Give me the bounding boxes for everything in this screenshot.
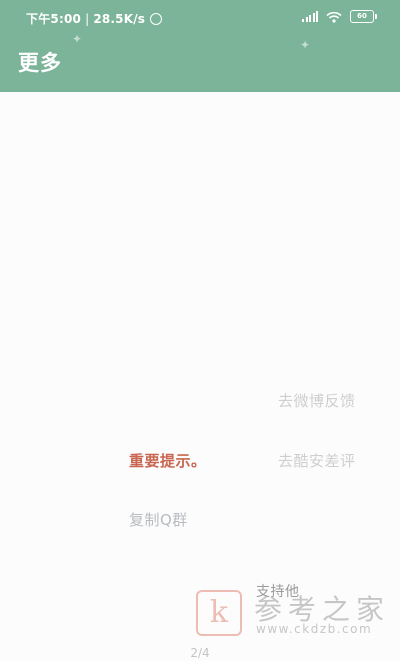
important-notice: 重要提示。 [129,452,207,470]
status-separator: | [85,11,90,26]
wifi-icon [326,11,342,23]
weibo-feedback-link[interactable]: 去微博反馈 [278,390,356,411]
status-bar: 下午5:00 | 28.5K/s 60 [0,0,400,36]
status-right: 60 [302,10,377,23]
page-title: 更多 [18,51,62,75]
page-indicator: 2/4 [190,646,210,660]
status-left: 下午5:00 | 28.5K/s [26,10,163,27]
status-network-speed: 28.5K/s [93,11,146,26]
battery-level: 60 [357,12,367,20]
watermark-logo-icon: k [196,590,242,636]
coolapk-review-link[interactable]: 去酷安差评 [278,450,356,471]
more-screen: ✦ ✦ 下午5:00 | 28.5K/s 60 更多 去微博反馈 重要提示。 去… [0,0,400,661]
sparkle-icon: ✦ [300,38,311,52]
watermark-url: www.ckdzb.com [256,622,373,636]
watermark: k 参考之家 www.ckdzb.com [196,588,396,640]
battery-icon: 60 [350,10,377,23]
copy-qq-group-button[interactable]: 复制Q群 [129,509,188,530]
app-bar: ✦ ✦ 下午5:00 | 28.5K/s 60 更多 [0,0,400,92]
signal-icon [302,11,318,22]
status-time: 下午5:00 [26,12,82,26]
alarm-icon [150,12,163,25]
